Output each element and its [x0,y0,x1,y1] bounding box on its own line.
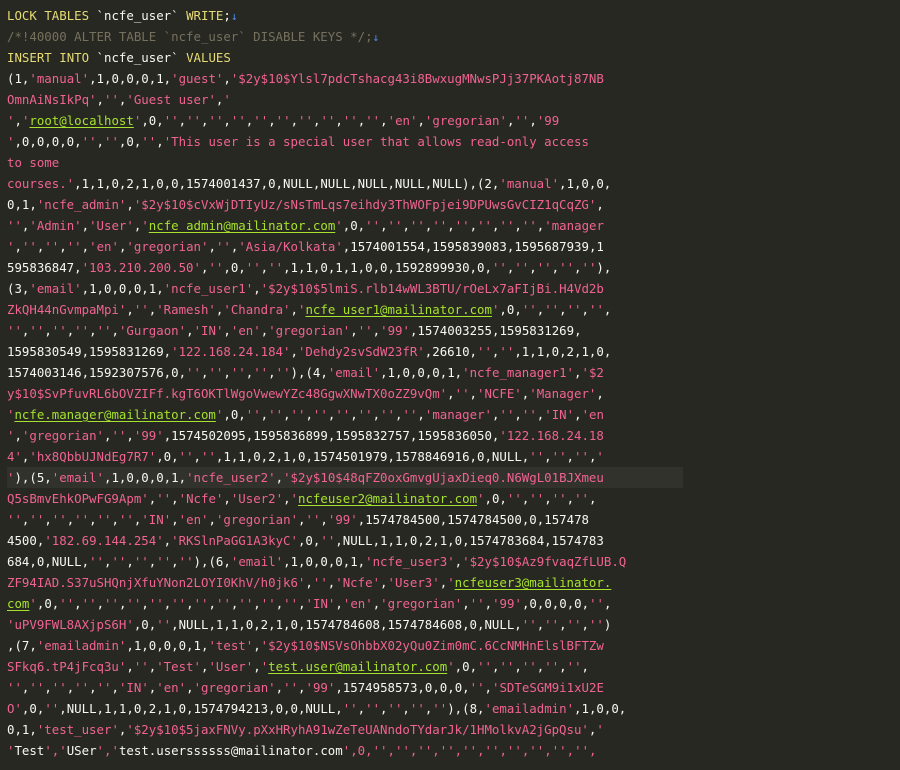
code-line: ,(7,'emailadmin',1,0,0,0,1,'test','$2y$1… [7,638,604,653]
code-line: /*!40000 ALTER TABLE `ncfe_user` DISABLE… [7,29,380,44]
code-line: 1595830549,1595831269,'122.168.24.184','… [7,344,612,359]
code-line: ZF94IAD.S37uSHQnjXfuYNon2LOYI0KhV/h0jk6'… [7,575,612,590]
code-line: (3,'email',1,0,0,0,1,'ncfe_user1','$2y$1… [7,281,604,296]
code-line: 1574003146,1592307576,0,'','','','',''),… [7,365,604,380]
code-line: (1,'manual',1,0,0,0,1,'guest','$2y$10$Yl… [7,71,604,86]
code-line: to some [7,155,60,170]
code-line: 'Test','USer','test.userssssss@mailinato… [7,743,597,758]
code-line: '','','','','','IN','en','gregorian','',… [7,680,604,695]
code-line: 4500,'182.69.144.254','RKSlnPaGG1A3kyC',… [7,533,604,548]
code-line: ZkQH44nGvmpaMpi','','Ramesh','Chandra','… [7,302,612,317]
code-line: '),(5,'email',1,0,0,0,1,'ncfe_user2','$2… [7,467,683,488]
code-line: 4','hx8QbbUJNdEg7R7',0,'','',1,1,0,2,1,0… [7,449,604,464]
code-line: '','','','','','','IN','en','gregorian',… [7,512,589,527]
code-line: INSERT INTO `ncfe_user` VALUES [7,50,231,65]
code-line: OmnAiNsIkPq','','Guest user',' [7,92,231,107]
code-line: LOCK TABLES `ncfe_user` WRITE;↓ [7,8,238,23]
code-line: ','','','','en','gregorian','','Asia/Kol… [7,239,604,254]
code-line: Q5sBmvEhkOPwFG9Apm','','Ncfe','User2','n… [7,491,597,506]
vertical-scrollbar[interactable] [890,0,900,770]
code-line: com',0,'','','','','','','','','','','',… [7,596,612,611]
code-line: ',0,0,0,0,'','',0,'','This user is a spe… [7,134,589,149]
code-editor[interactable]: LOCK TABLES `ncfe_user` WRITE;↓ /*!40000 … [0,0,900,770]
code-line: 0,1,'test_user','$2y$10$5jaxFNVy.pXxHRyh… [7,722,604,737]
code-line: ','gregorian','','99',1574502095,1595836… [7,428,604,443]
code-line: y$10$SvPfuvRL6bOVZIFf.kgT6OKTlWgoVwewYZc… [7,386,604,401]
code-line: 684,0,NULL,'','','','',''),(6,'email',1,… [7,554,627,569]
code-line: O',0,'',NULL,1,1,0,2,1,0,1574794213,0,0,… [7,701,627,716]
code-line: 0,1,'ncfe_admin','$2y$10$cVxWjDTIyUz/sNs… [7,197,604,212]
code-line: 'uPV9FWL8AXjpS6H',0,'',NULL,1,1,0,2,1,0,… [7,617,612,632]
code-line: ','root@localhost',0,'','','','','','','… [7,113,560,128]
code-line: SFkq6.tP4jFcq3u','','Test','User','test.… [7,659,590,674]
code-line: '','','','','','Gurgaon','IN','en','greg… [7,323,582,338]
code-line: '','Admin','User','ncfe_admin@mailinator… [7,218,604,233]
code-line: 595836847,'103.210.200.50','',0,'','',1,… [7,260,612,275]
code-line: courses.',1,1,0,2,1,0,0,1574001437,0,NUL… [7,176,612,191]
code-line: 'ncfe.manager@mailinator.com',0,'','',''… [7,407,604,422]
